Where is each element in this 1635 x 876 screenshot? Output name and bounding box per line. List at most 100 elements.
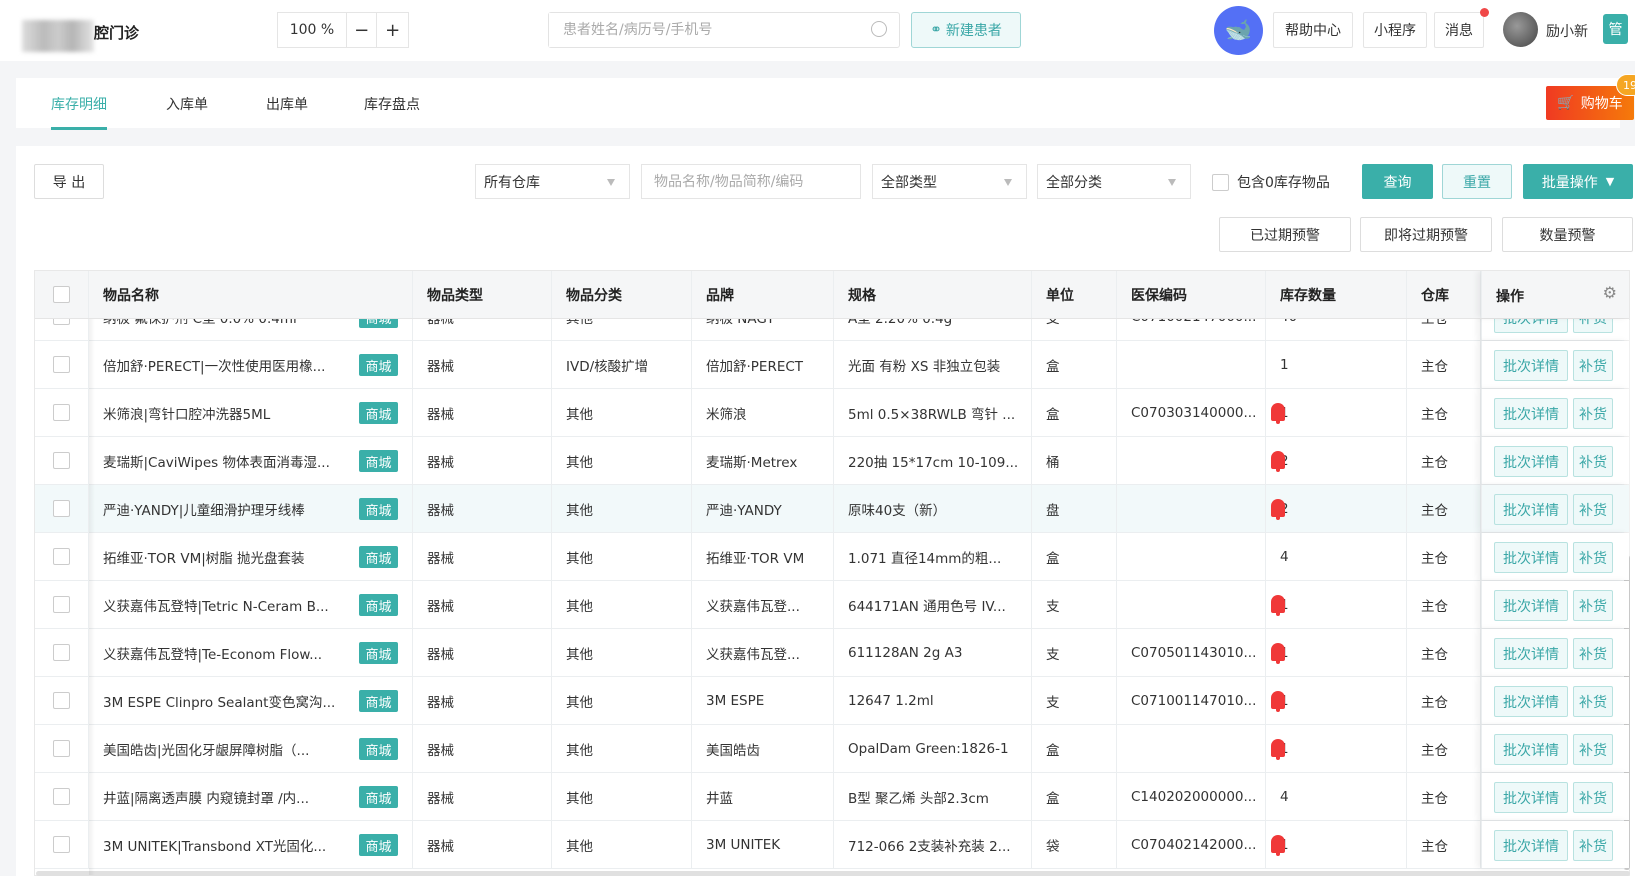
batch-detail-button[interactable]: 批次详情	[1494, 398, 1568, 429]
column-header[interactable]: 物品类型	[413, 271, 552, 318]
restock-button[interactable]: 补货	[1573, 350, 1613, 381]
table-row[interactable]: 拓维亚·TOR VM|树脂 抛光盘套装 器械 其他 拓维亚·TOR VM 1.071 直…	[35, 533, 1629, 581]
reset-button[interactable]: 重置	[1442, 164, 1512, 199]
alert-bell-icon[interactable]	[1271, 499, 1285, 520]
horizontal-scrollbar[interactable]	[36, 871, 1630, 876]
tab-stock-in[interactable]: 入库单	[166, 94, 208, 114]
table-row[interactable]: 美国皓齿|光固化牙龈屏障树脂（... 器械 其他 美国皓齿 OpalDam Green:…	[35, 725, 1629, 773]
column-header[interactable]: 品牌	[692, 271, 834, 318]
row-checkbox[interactable]	[53, 740, 70, 757]
batch-detail-button[interactable]: 批次详情	[1494, 446, 1568, 477]
restock-button[interactable]: 补货	[1573, 590, 1613, 621]
batch-detail-button[interactable]: 批次详情	[1494, 319, 1568, 333]
select-all-checkbox[interactable]	[53, 286, 70, 303]
row-checkbox[interactable]	[53, 644, 70, 661]
batch-detail-button[interactable]: 批次详情	[1494, 590, 1568, 621]
restock-button[interactable]: 补货	[1573, 494, 1613, 525]
avatar[interactable]	[1503, 12, 1538, 47]
batch-detail-button[interactable]: 批次详情	[1494, 494, 1568, 525]
table-row[interactable]: 义获嘉伟瓦登特|Tetric N-Ceram B... 器械 其他 义获嘉伟瓦登...…	[35, 581, 1629, 629]
gear-icon[interactable]: ⚙	[1603, 283, 1617, 302]
category-select[interactable]: 全部分类	[1037, 164, 1191, 199]
alert-bell-icon[interactable]	[1271, 643, 1285, 664]
batch-detail-button[interactable]: 批次详情	[1494, 350, 1568, 381]
table-row[interactable]: 3M ESPE Clinpro Sealant变色窝沟... 器械 其他 3M ESP…	[35, 677, 1629, 725]
cell-category-text: 其他	[566, 742, 593, 759]
item-search-input[interactable]	[642, 165, 860, 198]
column-header[interactable]: 规格	[834, 271, 1032, 318]
row-checkbox[interactable]	[53, 319, 70, 325]
zoom-out-button[interactable]: −	[347, 13, 378, 47]
zoom-in-button[interactable]: +	[377, 13, 408, 47]
restock-button[interactable]: 补货	[1573, 446, 1613, 477]
table-row[interactable]: 纳极·氟保护剂 C型 0.0% 0.4ml 器械 其他 纳极·NAGT A型 2.20%…	[35, 319, 1629, 341]
batch-detail-button[interactable]: 批次详情	[1494, 782, 1568, 813]
row-checkbox[interactable]	[53, 596, 70, 613]
restock-button[interactable]: 补货	[1573, 782, 1613, 813]
batch-detail-button[interactable]: 批次详情	[1494, 686, 1568, 717]
new-patient-button[interactable]: ⚭ 新建患者	[911, 12, 1021, 48]
row-checkbox[interactable]	[53, 356, 70, 373]
row-checkbox[interactable]	[53, 452, 70, 469]
table-row[interactable]: 倍加舒·PERECT|一次性使用医用橡... 器械 IVD/核酸扩增 倍加舒·PERE…	[35, 341, 1629, 389]
alert-bell-icon[interactable]	[1271, 835, 1285, 856]
cell-unit: 支	[1032, 629, 1117, 676]
row-checkbox[interactable]	[53, 788, 70, 805]
table-row[interactable]: 3M UNITEK|Transbond XT光固化... 器械 其他 3M UNITE…	[35, 821, 1629, 869]
user-name[interactable]: 励小新	[1546, 21, 1588, 41]
ai-assistant-icon[interactable]: 🐋	[1214, 6, 1263, 55]
tab-stock-take[interactable]: 库存盘点	[364, 94, 420, 114]
expired-alert-button[interactable]: 已过期预警	[1219, 217, 1351, 252]
alert-bell-icon[interactable]	[1271, 739, 1285, 760]
row-checkbox[interactable]	[53, 692, 70, 709]
export-button[interactable]: 导 出	[34, 164, 104, 199]
batch-detail-button[interactable]: 批次详情	[1494, 542, 1568, 573]
restock-button[interactable]: 补货	[1573, 638, 1613, 669]
warehouse-select[interactable]: 所有仓库	[475, 164, 630, 199]
expiring-alert-button[interactable]: 即将过期预警	[1360, 217, 1492, 252]
table-row[interactable]: 米筛浪|弯针口腔冲洗器5ML 器械 其他 米筛浪 5ml 0.5×38RWLB 弯针 .…	[35, 389, 1629, 437]
messages-button[interactable]: 消息	[1434, 12, 1484, 48]
row-checkbox[interactable]	[53, 836, 70, 853]
restock-button[interactable]: 补货	[1573, 398, 1613, 429]
cell-name-text: 义获嘉伟瓦登特|Tetric N-Ceram B...	[103, 598, 329, 615]
column-header[interactable]: 物品分类	[552, 271, 692, 318]
tab-inventory-detail[interactable]: 库存明细	[51, 94, 107, 130]
help-center-button[interactable]: 帮助中心	[1273, 12, 1353, 48]
quantity-alert-button[interactable]: 数量预警	[1502, 217, 1633, 252]
include-zero-option[interactable]: 包含0库存物品	[1212, 172, 1330, 192]
row-checkbox[interactable]	[53, 404, 70, 421]
batch-operation-button[interactable]: 批量操作 ▼	[1523, 164, 1633, 199]
type-select[interactable]: 全部类型	[872, 164, 1027, 199]
column-header[interactable]: 库存数量	[1266, 271, 1407, 318]
row-checkbox[interactable]	[53, 548, 70, 565]
column-header[interactable]: 单位	[1032, 271, 1117, 318]
tab-stock-out[interactable]: 出库单	[266, 94, 308, 114]
batch-detail-button[interactable]: 批次详情	[1494, 638, 1568, 669]
alert-bell-icon[interactable]	[1271, 451, 1285, 472]
row-checkbox[interactable]	[53, 500, 70, 517]
include-zero-checkbox[interactable]	[1212, 173, 1229, 191]
restock-button[interactable]: 补货	[1573, 319, 1613, 333]
restock-button[interactable]: 补货	[1573, 830, 1613, 861]
patient-search-input[interactable]	[549, 13, 849, 47]
alert-bell-icon[interactable]	[1271, 595, 1285, 616]
table-row[interactable]: 义获嘉伟瓦登特|Te-Econom Flow... 器械 其他 义获嘉伟瓦登... 61…	[35, 629, 1629, 677]
mini-program-button[interactable]: 小程序	[1363, 12, 1427, 48]
restock-button[interactable]: 补货	[1573, 686, 1613, 717]
column-header[interactable]: 物品名称	[89, 271, 413, 318]
restock-button[interactable]: 补货	[1573, 734, 1613, 765]
alert-bell-icon[interactable]	[1271, 403, 1285, 424]
column-header[interactable]: 仓库	[1407, 271, 1481, 318]
alert-bell-icon[interactable]	[1271, 691, 1285, 712]
query-button[interactable]: 查询	[1362, 164, 1433, 199]
cell-category-text: IVD/核酸扩增	[566, 358, 649, 375]
table-row[interactable]: 严迪·YANDY|儿童细滑护理牙线棒 器械 其他 严迪·YANDY 原味40支（新） 盘 2…	[35, 485, 1629, 533]
column-header[interactable]: 医保编码	[1117, 271, 1266, 318]
table-row[interactable]: 麦瑞斯|CaviWipes 物体表面消毒湿... 器械 其他 麦瑞斯·Metrex 22…	[35, 437, 1629, 485]
batch-detail-button[interactable]: 批次详情	[1494, 830, 1568, 861]
table-row[interactable]: 井蓝|隔离透声膜 内窥镜封罩 /内... 器械 其他 井蓝 B型 聚乙烯 头部2.3cm…	[35, 773, 1629, 821]
restock-button[interactable]: 补货	[1573, 542, 1613, 573]
batch-detail-button[interactable]: 批次详情	[1494, 734, 1568, 765]
search-icon[interactable]	[871, 21, 887, 37]
